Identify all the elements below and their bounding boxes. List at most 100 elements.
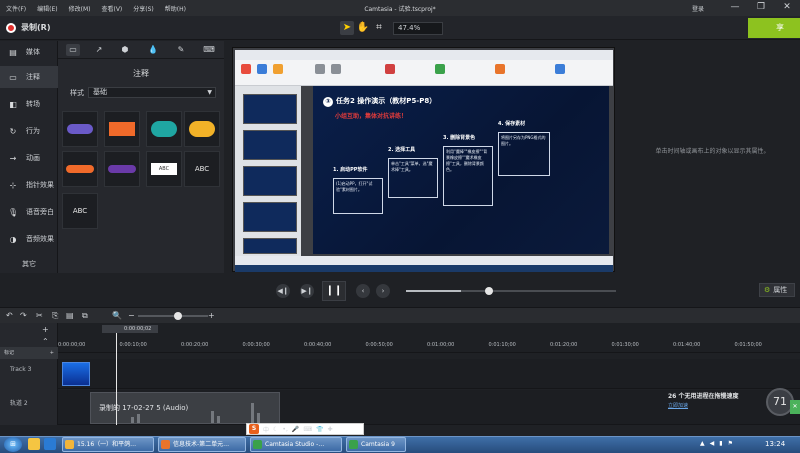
sidebar-item-transition[interactable]: ◧ 转场 — [0, 93, 58, 115]
zoom-slider-knob[interactable] — [174, 312, 182, 320]
next-frame-icon[interactable]: › — [376, 284, 390, 298]
scrubber-knob[interactable] — [484, 287, 493, 295]
marker-row[interactable]: 标记 + — [0, 347, 58, 359]
waveform-bar — [217, 416, 220, 423]
ime-mode[interactable]: 中 — [263, 425, 269, 434]
sketch-tab-icon[interactable]: ✎ — [174, 44, 188, 56]
undo-icon[interactable]: ↶ — [6, 311, 13, 320]
zoom-select[interactable]: 47.4% — [393, 22, 443, 35]
step-forward-icon[interactable]: ▶❙ — [300, 284, 314, 298]
behavior-icon: ↻ — [9, 126, 17, 136]
video-clip[interactable] — [62, 362, 90, 386]
copy-icon[interactable]: ⎘ — [52, 311, 58, 321]
battery-icon[interactable]: ▮ — [719, 440, 722, 447]
sidebar-item-voice-narration[interactable]: 🎙 语音旁白 — [0, 201, 58, 223]
style-dropdown[interactable]: 基础 ▼ — [88, 87, 216, 98]
shape-tab-icon[interactable]: ⬢ — [118, 44, 132, 56]
animation-icon: → — [9, 153, 17, 163]
arrow-tab-icon[interactable]: ↗ — [92, 44, 106, 56]
browser-icon[interactable] — [44, 438, 56, 450]
properties-button[interactable]: ⚙ 属性 — [759, 283, 795, 297]
sidebar-more[interactable]: 其它 — [0, 259, 58, 269]
minimize-button[interactable]: — — [728, 1, 742, 14]
share-button[interactable]: 享 — [748, 18, 800, 38]
paste-icon[interactable]: ▤ — [66, 311, 74, 320]
blur-tab-icon[interactable]: 💧 — [146, 44, 160, 56]
close-button[interactable]: ✕ — [780, 1, 794, 14]
speed-up-link[interactable]: 立即加速 — [668, 402, 688, 409]
zoom-search-icon[interactable]: 🔍 — [112, 311, 122, 320]
notice-close-icon[interactable]: ✕ — [790, 400, 800, 414]
taskbar-app-2[interactable]: 信息技术-第二单元… — [158, 437, 246, 452]
menu-file[interactable]: 文件(F) — [6, 4, 26, 13]
callout-tile-arrow-orange[interactable] — [62, 151, 98, 187]
zoom-in-icon[interactable]: + — [208, 311, 215, 320]
punctuation-icon[interactable]: •, — [282, 426, 287, 433]
sidebar-item-animation[interactable]: → 动画 — [0, 147, 58, 169]
prev-frame-icon[interactable]: ‹ — [356, 284, 370, 298]
split-icon[interactable]: ⧉ — [82, 311, 88, 321]
gear-icon: ⚙ — [764, 286, 771, 294]
sidebar-item-audio-effect[interactable]: ◑ 音频效果 — [0, 228, 58, 250]
redo-icon[interactable]: ↷ — [20, 311, 27, 320]
audio-clip[interactable]: 录制的 17-02-27 5 (Audio) — [90, 392, 280, 424]
panel-title: 注释 — [133, 69, 149, 78]
record-button[interactable]: 录制(R) — [6, 22, 50, 33]
crop-tool-icon[interactable]: ⌗ — [372, 21, 386, 35]
menu-edit[interactable]: 编辑(E) — [37, 4, 57, 13]
sidebar-item-media[interactable]: ▤ 媒体 — [0, 41, 58, 63]
menu-help[interactable]: 帮助(H) — [165, 4, 186, 13]
menu-view[interactable]: 查看(V) — [101, 4, 122, 13]
network-icon[interactable]: ▲ — [700, 440, 705, 447]
tools-icon[interactable]: ✚ — [328, 426, 333, 433]
step-back-icon[interactable]: ◀❙ — [276, 284, 290, 298]
cut-icon[interactable]: ✂ — [36, 311, 43, 320]
scrubber-fill — [406, 290, 461, 292]
timeline-ruler[interactable]: 0:00:00;00 0:00:10;00 0:00:20;00 0:00:30;00… — [58, 323, 800, 353]
callout-tile-cloud-yellow[interactable] — [184, 111, 220, 147]
callout-tile-orange[interactable] — [104, 111, 140, 147]
callout-tab-icon[interactable]: ▭ — [66, 44, 80, 56]
callout-tile-white-box[interactable]: ABC — [146, 151, 182, 187]
flag-icon[interactable]: ⚑ — [728, 440, 733, 447]
ruler-tick-label: 0:00:00;00 — [58, 342, 86, 348]
moon-icon[interactable]: ☾ — [273, 426, 278, 433]
volume-icon[interactable]: ◀ — [710, 440, 715, 447]
explorer-icon[interactable] — [28, 438, 40, 450]
add-track-icon[interactable]: + — [42, 325, 49, 334]
slide-thumbnail — [243, 202, 297, 232]
skin-icon[interactable]: 👕 — [316, 426, 323, 433]
white-box-shape: ABC — [151, 163, 177, 175]
sidebar-item-behavior[interactable]: ↻ 行为 — [0, 120, 58, 142]
add-marker-icon[interactable]: + — [50, 347, 54, 359]
select-tool-icon[interactable]: ➤ — [340, 21, 354, 35]
sidebar-item-annotation[interactable]: ▭ 注释 — [0, 66, 58, 88]
timeline-zoom-slider[interactable] — [138, 312, 208, 320]
taskbar-app-3[interactable]: Camtasia Studio -… — [250, 437, 342, 452]
menu-modify[interactable]: 修改(M) — [69, 4, 91, 13]
play-pause-button[interactable]: ❙❙ — [322, 281, 346, 301]
sidebar-item-cursor-effect[interactable]: ⊹ 指针效果 — [0, 174, 58, 196]
playback-scrubber[interactable] — [406, 287, 616, 295]
pan-tool-icon[interactable]: ✋ — [356, 21, 370, 35]
zoom-out-icon[interactable]: − — [128, 311, 135, 320]
callout-tile-arrow-purple[interactable] — [104, 151, 140, 187]
callout-tile-text-plain[interactable]: ABC — [62, 193, 98, 229]
menu-share[interactable]: 分享(S) — [133, 4, 154, 13]
taskbar-app-4[interactable]: Camtasia 9 — [346, 437, 406, 452]
windows-start-icon[interactable]: ⊞ — [4, 437, 22, 452]
video-preview[interactable]: ③ 任务2 操作演示（教材P5-P8） 小组互助，集体对抗讲练！ 1. 启动PP软… — [232, 47, 615, 272]
maximize-button[interactable]: ❐ — [754, 1, 768, 14]
login-link[interactable]: 登录 — [692, 4, 704, 13]
track-3[interactable] — [58, 359, 800, 389]
properties-hint: 单击时间轴或画布上的对象以显示其属性。 — [655, 148, 770, 155]
callout-tile-cloud-teal[interactable] — [146, 111, 182, 147]
collapse-icon[interactable]: ⌃ — [42, 337, 49, 346]
keyboard-icon[interactable]: ⌨ — [303, 426, 312, 433]
mic-icon[interactable]: 🎤 — [292, 426, 299, 433]
ime-toolbar[interactable]: S 中 ☾ •, 🎤 ⌨ 👕 ✚ — [246, 423, 364, 435]
taskbar-app-1[interactable]: 15.16（一）和平鸽… — [62, 437, 154, 452]
callout-tile-text-only[interactable]: ABC — [184, 151, 220, 187]
callout-tile-purple[interactable] — [62, 111, 98, 147]
keyboard-tab-icon[interactable]: ⌨ — [202, 44, 216, 56]
